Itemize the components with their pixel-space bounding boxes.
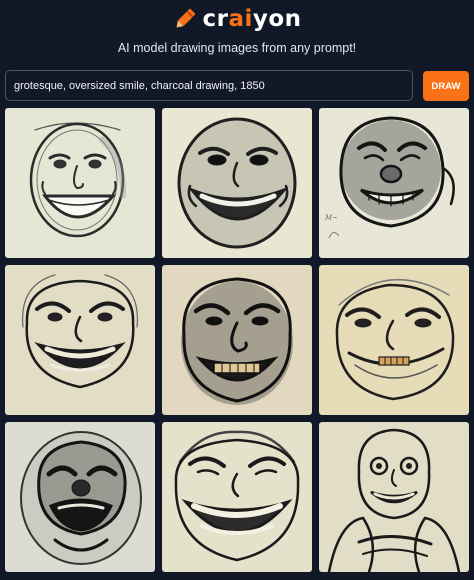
result-image[interactable]	[5, 265, 155, 415]
craiyon-logo[interactable]: craiyon	[0, 6, 474, 32]
result-image[interactable]	[319, 265, 469, 415]
grotesque-face-drawing	[162, 422, 312, 572]
prompt-input[interactable]	[5, 70, 413, 101]
grotesque-face-drawing: M~	[319, 108, 469, 258]
result-image[interactable]	[5, 422, 155, 572]
tagline: AI model drawing images from any prompt!	[117, 41, 357, 55]
grotesque-face-drawing	[5, 422, 155, 572]
grotesque-face-drawing	[162, 265, 312, 415]
grotesque-face-drawing	[319, 265, 469, 415]
grotesque-face-drawing	[319, 422, 469, 572]
result-image[interactable]: M~	[319, 108, 469, 258]
svg-text:M~: M~	[324, 214, 338, 222]
prompt-bar: DRAW	[5, 70, 469, 101]
logo-text-accent: ai	[228, 6, 253, 32]
logo-text-prefix: cr	[202, 6, 229, 32]
result-image[interactable]	[319, 422, 469, 572]
result-image[interactable]	[162, 265, 312, 415]
grotesque-face-drawing	[5, 265, 155, 415]
results-grid: M~	[5, 108, 469, 572]
result-image[interactable]	[5, 108, 155, 258]
result-image[interactable]	[162, 108, 312, 258]
paper-background	[162, 422, 312, 572]
logo-text-suffix: yon	[252, 6, 302, 32]
paper-background	[319, 265, 469, 415]
draw-button[interactable]: DRAW	[423, 71, 469, 101]
result-image[interactable]	[162, 422, 312, 572]
crayon-icon	[176, 9, 196, 28]
grotesque-face-drawing	[162, 108, 312, 258]
grotesque-face-drawing	[5, 108, 155, 258]
